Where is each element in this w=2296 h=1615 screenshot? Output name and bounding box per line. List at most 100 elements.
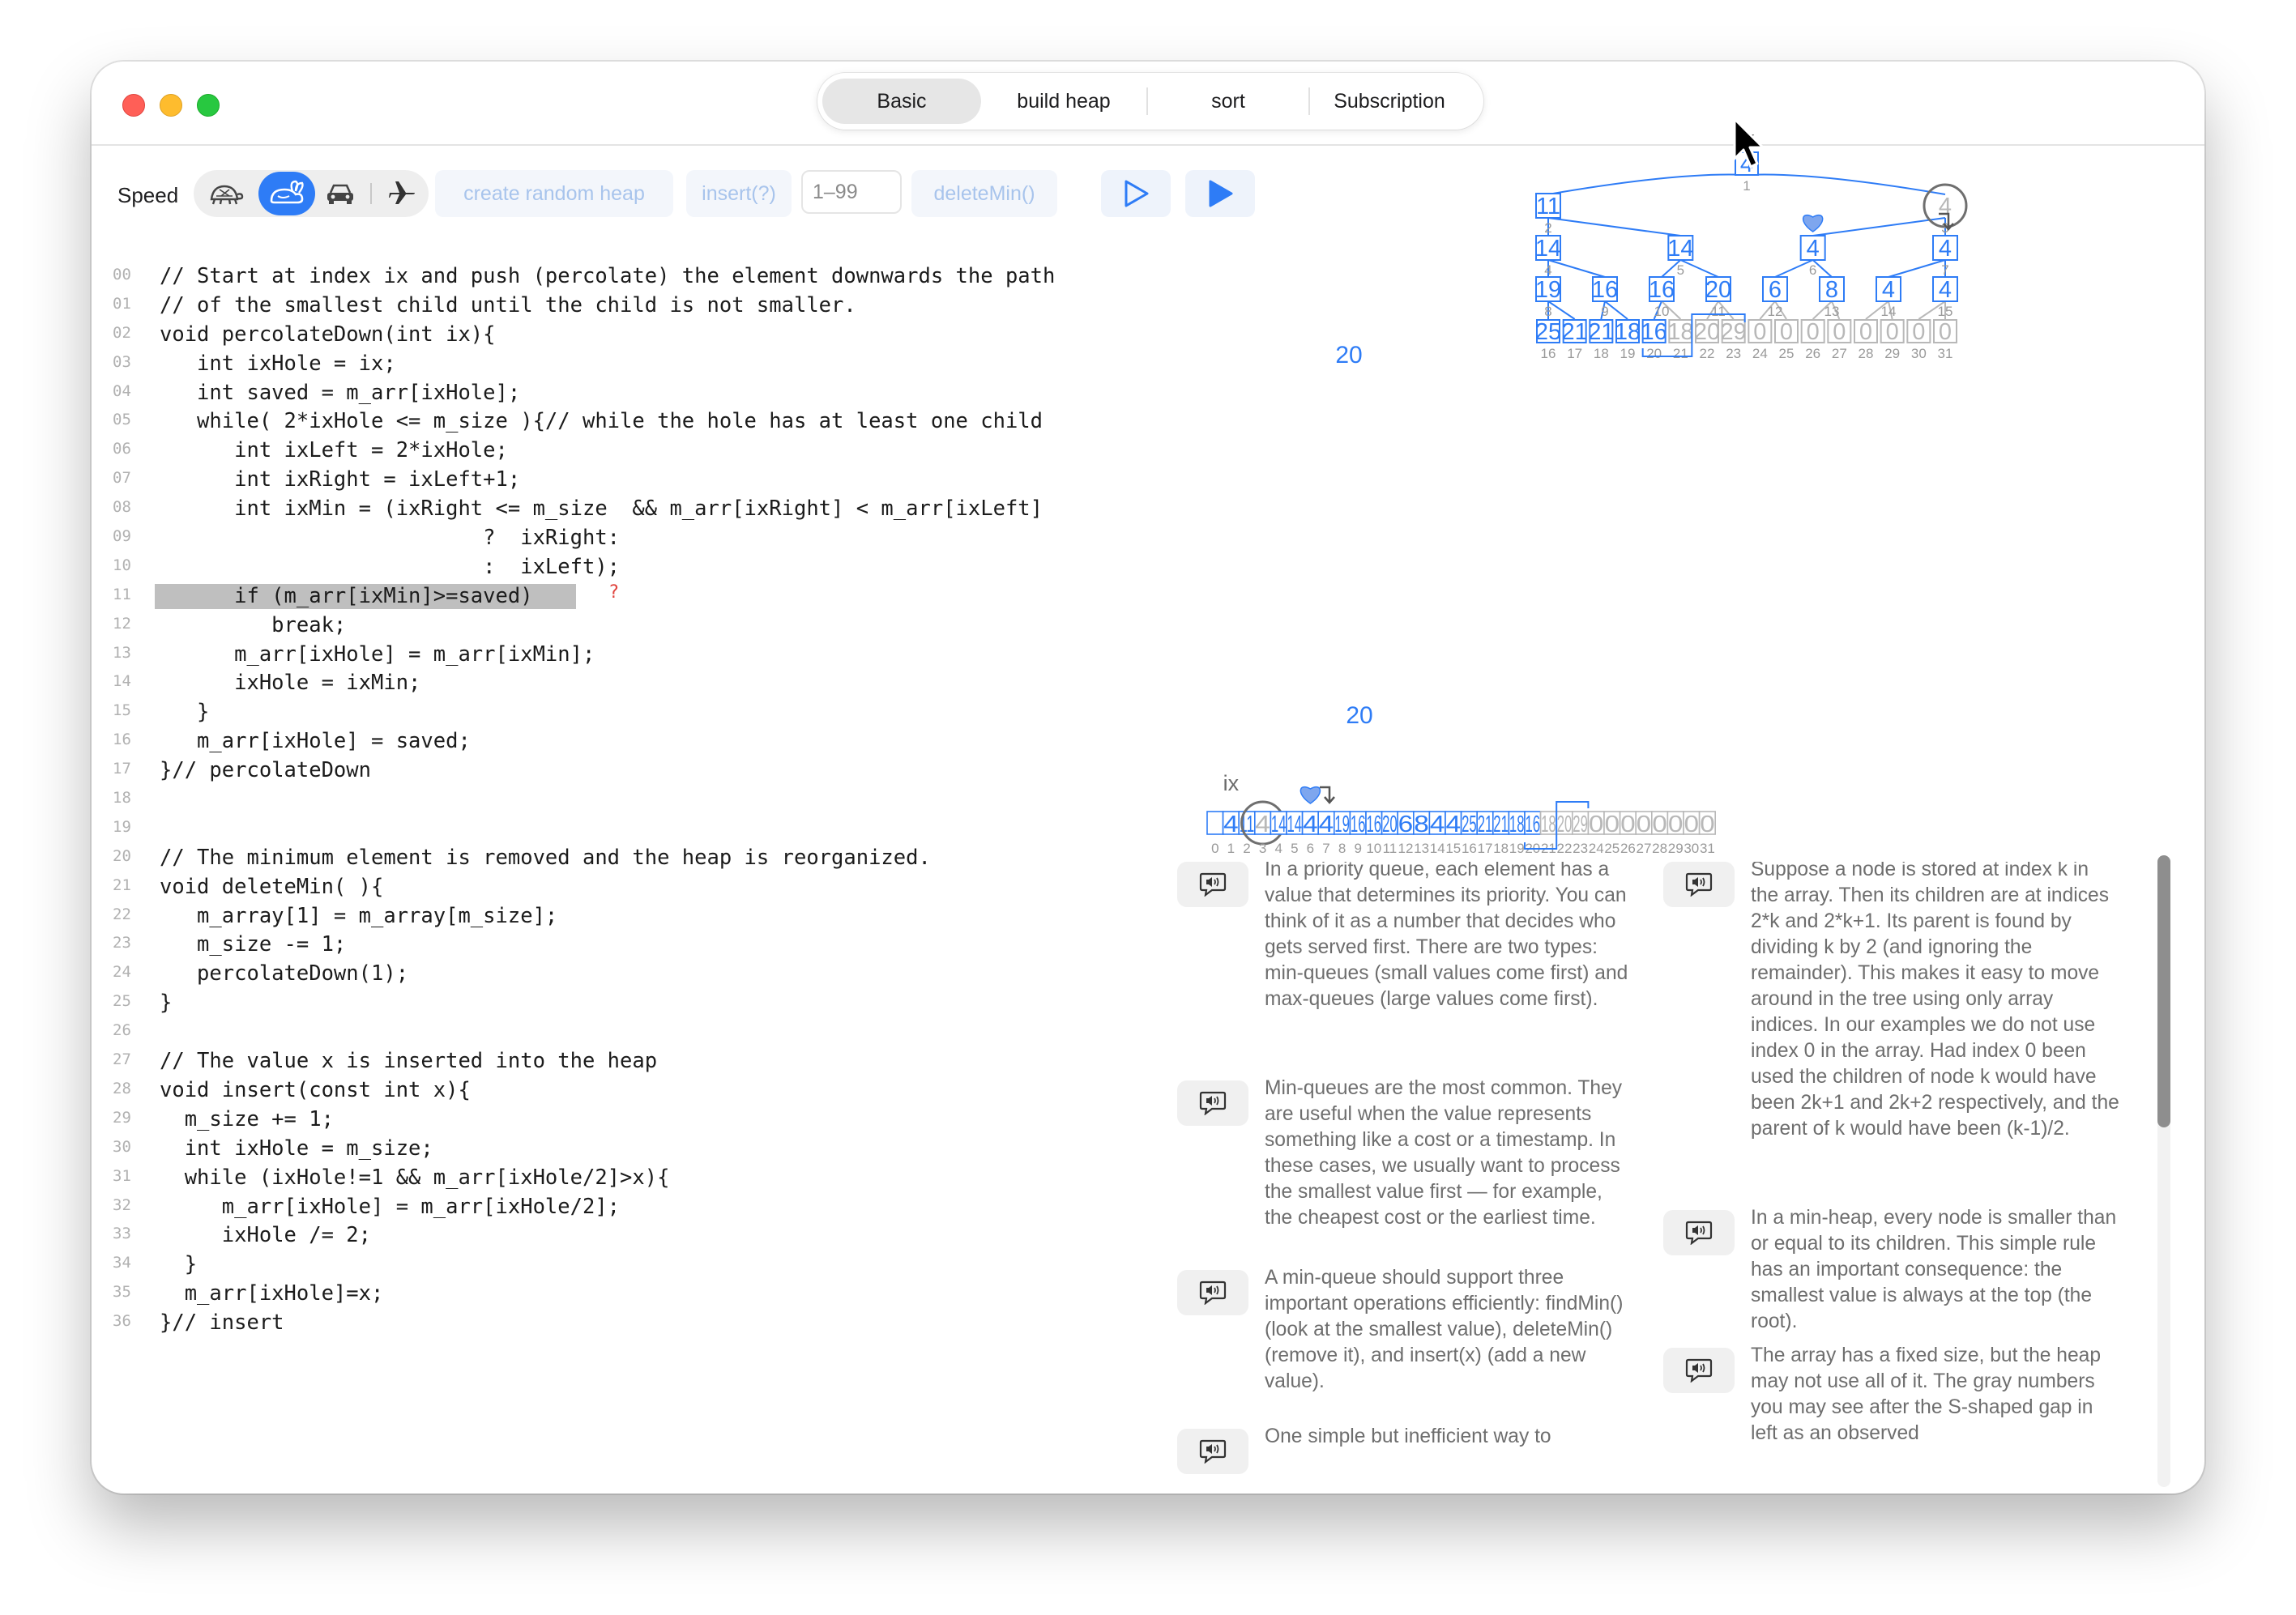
array-index: 5 bbox=[1291, 841, 1298, 856]
array-cell-value: 14 bbox=[1287, 812, 1303, 837]
tree-node-value: 16 bbox=[1649, 277, 1675, 303]
array-cell-value: 4 bbox=[1255, 812, 1270, 837]
array-cell-value: 16 bbox=[1367, 812, 1382, 837]
code-text: m_size += 1; bbox=[160, 1106, 334, 1131]
tree-node-value: 0 bbox=[1886, 319, 1899, 345]
array-index: 23 bbox=[1573, 841, 1588, 856]
array-cell-value: 0 bbox=[1668, 812, 1684, 837]
code-text: } bbox=[160, 991, 173, 1016]
array-index: 6 bbox=[1307, 841, 1314, 856]
code-line: 25} bbox=[113, 989, 1231, 1018]
speaker-icon[interactable] bbox=[1177, 1270, 1248, 1315]
array-index: 12 bbox=[1398, 841, 1414, 856]
speaker-icon[interactable] bbox=[1177, 1429, 1248, 1474]
tree-node-index: 26 bbox=[1805, 346, 1820, 361]
explanation-scrollbar[interactable] bbox=[2157, 855, 2170, 1487]
tree-node-value: 0 bbox=[1912, 319, 1925, 345]
code-text: m_arr[ixHole] = m_arr[ixHole/2]; bbox=[160, 1194, 621, 1219]
line-number: 29 bbox=[113, 1108, 131, 1127]
array-cell bbox=[1206, 811, 1224, 835]
tree-node-value: 4 bbox=[1939, 194, 1952, 219]
array-index: 9 bbox=[1354, 841, 1361, 856]
tree-node-value: 20 bbox=[1705, 277, 1731, 303]
code-line: 35 m_arr[ixHole]=x; bbox=[113, 1280, 1231, 1309]
speaker-icon[interactable] bbox=[1663, 1210, 1735, 1255]
array-cell-value: 4 bbox=[1430, 812, 1445, 837]
tree-node-value: 11 bbox=[1536, 194, 1560, 219]
code-line: 32 m_arr[ixHole] = m_arr[ixHole/2]; bbox=[113, 1193, 1231, 1222]
tree-node-value: 6 bbox=[1769, 277, 1782, 303]
paragraph-text: The array has a fixed size, but the heap… bbox=[1751, 1344, 2102, 1444]
tree-node-index: 25 bbox=[1779, 346, 1795, 361]
array-index: 29 bbox=[1668, 841, 1684, 856]
array-index: 2 bbox=[1243, 841, 1250, 856]
tree-edge bbox=[1888, 259, 1946, 278]
tree-node-value: 19 bbox=[1535, 277, 1561, 303]
tree-edge bbox=[1774, 259, 1814, 278]
tree-node-index: 12 bbox=[1768, 304, 1783, 319]
tree-node-value: 4 bbox=[1939, 277, 1952, 303]
code-text: // The value x is inserted into the heap bbox=[160, 1049, 658, 1074]
paragraph-text: In a priority queue, each element has a … bbox=[1265, 862, 1628, 1010]
array-index: 27 bbox=[1637, 841, 1652, 856]
line-number: 25 bbox=[113, 992, 131, 1011]
array-index: 10 bbox=[1366, 841, 1381, 856]
tree-node-value: 0 bbox=[1807, 319, 1820, 345]
tree-node-value: 16 bbox=[1641, 319, 1667, 345]
array-cell-value: 16 bbox=[1526, 812, 1541, 837]
array-index: 17 bbox=[1478, 841, 1493, 856]
array-cell-value: 25 bbox=[1462, 812, 1477, 837]
array-cell-value: 18 bbox=[1509, 812, 1525, 837]
tree-node-index: 13 bbox=[1824, 304, 1840, 319]
code-line: 30 int ixHole = m_size; bbox=[113, 1135, 1231, 1164]
array-index: 8 bbox=[1338, 841, 1346, 856]
line-number: 22 bbox=[113, 905, 131, 923]
array-cell-value: 14 bbox=[1271, 812, 1287, 837]
scroll-thumb[interactable] bbox=[2157, 855, 2170, 1127]
tree-edge bbox=[1679, 259, 1719, 278]
speaker-icon[interactable] bbox=[1663, 862, 1735, 907]
heap-size-label: 20 bbox=[1335, 342, 1362, 369]
array-index: 1 bbox=[1227, 841, 1235, 856]
tree-node-index: 19 bbox=[1620, 346, 1636, 361]
tree-node-index: 30 bbox=[1911, 346, 1927, 361]
code-line: 24 percolateDown(1); bbox=[113, 960, 1231, 989]
array-cell-value: 19 bbox=[1334, 812, 1350, 837]
tree-node-index: 29 bbox=[1884, 346, 1900, 361]
code-line: 23 m_size -= 1; bbox=[113, 931, 1231, 960]
tree-node-index: 21 bbox=[1673, 346, 1688, 361]
code-line: 33 ixHole /= 2; bbox=[113, 1221, 1231, 1251]
speaker-icon[interactable] bbox=[1177, 862, 1248, 907]
array-ix-label: ix bbox=[1223, 771, 1240, 795]
array-cell-value: 21 bbox=[1493, 812, 1509, 837]
line-number: 21 bbox=[113, 876, 131, 894]
tree-node-index: 7 bbox=[1941, 262, 1948, 278]
code-line: 26 bbox=[113, 1018, 1231, 1047]
tree-edge bbox=[1547, 217, 1681, 236]
tree-node-index: 20 bbox=[1646, 346, 1662, 361]
array-cell-value: 0 bbox=[1605, 812, 1620, 837]
array-index: 31 bbox=[1700, 841, 1715, 856]
code-line: 22 m_array[1] = m_array[m_size]; bbox=[113, 902, 1231, 931]
line-number: 23 bbox=[113, 934, 131, 952]
tree-node-value: 0 bbox=[1859, 319, 1872, 345]
explanation-panel: In a priority queue, each element has a … bbox=[1177, 862, 2204, 1494]
tree-node-index: 4 bbox=[1544, 262, 1551, 278]
code-line: 27 // The value x is inserted into the he… bbox=[113, 1047, 1231, 1076]
line-number: 27 bbox=[113, 1050, 131, 1069]
tree-node-value: 21 bbox=[1588, 319, 1614, 345]
tree-node-index: 22 bbox=[1700, 346, 1715, 361]
speaker-icon[interactable] bbox=[1663, 1348, 1735, 1393]
tree-node-value: 0 bbox=[1833, 319, 1846, 345]
code-text: while (ixHole!=1 && m_arr[ixHole/2]>x){ bbox=[160, 1165, 670, 1190]
array-index: 4 bbox=[1274, 841, 1282, 856]
array-cell-value: 20 bbox=[1557, 812, 1573, 837]
speaker-icon[interactable] bbox=[1177, 1080, 1248, 1126]
array-index: 0 bbox=[1211, 841, 1218, 856]
tree-edge bbox=[1547, 300, 1576, 320]
line-number: 26 bbox=[113, 1021, 131, 1040]
heart-icon bbox=[1802, 215, 1824, 232]
array-index: 18 bbox=[1493, 841, 1509, 856]
tree-node-index: 2 bbox=[1544, 220, 1551, 236]
array-cell-value: 16 bbox=[1351, 812, 1366, 837]
